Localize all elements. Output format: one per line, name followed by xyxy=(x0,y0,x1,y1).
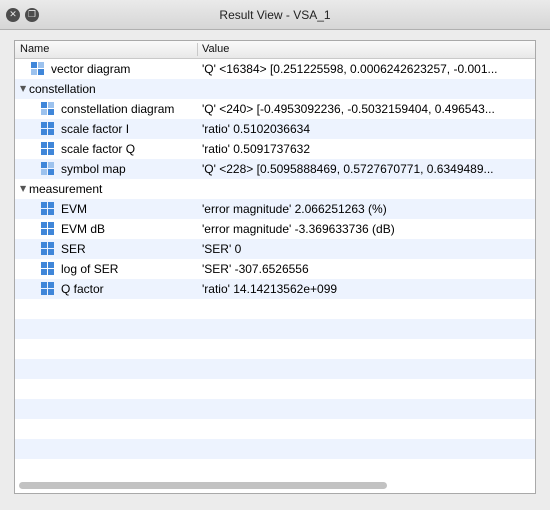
table-row[interactable]: scale factor Q 'ratio' 0.5091737632 xyxy=(15,139,535,159)
empty-row xyxy=(15,459,535,479)
row-value: 'SER' 0 xyxy=(202,242,242,256)
row-value: 'error magnitude' -3.369633736 (dB) xyxy=(202,222,395,236)
row-value: 'Q' <228> [0.5095888469, 0.5727670771, 0… xyxy=(202,162,494,176)
row-name: log of SER xyxy=(61,262,119,276)
row-name: EVM xyxy=(61,202,88,216)
empty-row xyxy=(15,319,535,339)
table-row[interactable]: SER 'SER' 0 xyxy=(15,239,535,259)
row-value: 'SER' -307.6526556 xyxy=(202,262,309,276)
title-bar: ✕ ❐ Result View - VSA_1 xyxy=(0,0,550,30)
matrix-icon xyxy=(31,62,44,75)
table-row[interactable]: EVM dB 'error magnitude' -3.369633736 (dB… xyxy=(15,219,535,239)
table-row[interactable]: vector diagram 'Q' <16384> [0.251225598, … xyxy=(15,59,535,79)
row-name: SER xyxy=(61,242,86,256)
row-name: constellation diagram xyxy=(61,102,175,116)
table-row[interactable]: constellation diagram 'Q' <240> [-0.49530… xyxy=(15,99,535,119)
scalar-icon xyxy=(41,142,54,155)
table-row[interactable]: log of SER 'SER' -307.6526556 xyxy=(15,259,535,279)
column-divider[interactable] xyxy=(197,43,198,56)
scalar-icon xyxy=(41,282,54,295)
row-name: scale factor Q xyxy=(61,142,136,156)
row-value: 'Q' <240> [-0.4953092236, -0.5032159404,… xyxy=(202,102,495,116)
group-label: constellation xyxy=(29,82,96,96)
tree-group-row[interactable]: ▼ constellation xyxy=(15,79,535,99)
scalar-icon xyxy=(41,122,54,135)
row-name: Q factor xyxy=(61,282,104,296)
row-value: 'ratio' 0.5102036634 xyxy=(202,122,311,136)
horizontal-scrollbar[interactable] xyxy=(19,482,387,489)
empty-row xyxy=(15,399,535,419)
scalar-icon xyxy=(41,222,54,235)
value-column-header[interactable]: Value xyxy=(202,41,229,58)
table-header: Name Value xyxy=(15,41,535,59)
empty-row xyxy=(15,299,535,319)
row-name: EVM dB xyxy=(61,222,106,236)
row-value: 'Q' <16384> [0.251225598, 0.000624262325… xyxy=(202,62,498,76)
table-row[interactable]: scale factor I 'ratio' 0.5102036634 xyxy=(15,119,535,139)
row-value: 'ratio' 14.14213562e+099 xyxy=(202,282,338,296)
empty-row xyxy=(15,419,535,439)
empty-row xyxy=(15,359,535,379)
group-label: measurement xyxy=(29,182,103,196)
disclosure-triangle-icon[interactable]: ▼ xyxy=(20,179,26,199)
table-rows: vector diagram 'Q' <16384> [0.251225598, … xyxy=(15,59,535,479)
matrix-icon xyxy=(41,162,54,175)
row-name: symbol map xyxy=(61,162,126,176)
empty-row xyxy=(15,439,535,459)
table-row[interactable]: Q factor 'ratio' 14.14213562e+099 xyxy=(15,279,535,299)
row-value: 'ratio' 0.5091737632 xyxy=(202,142,311,156)
scalar-icon xyxy=(41,242,54,255)
scalar-icon xyxy=(41,202,54,215)
row-value: 'error magnitude' 2.066251263 (%) xyxy=(202,202,387,216)
scalar-icon xyxy=(41,262,54,275)
empty-row xyxy=(15,379,535,399)
window-title: Result View - VSA_1 xyxy=(219,8,331,22)
table-row[interactable]: EVM 'error magnitude' 2.066251263 (%) xyxy=(15,199,535,219)
name-column-header[interactable]: Name xyxy=(20,41,49,58)
disclosure-triangle-icon[interactable]: ▼ xyxy=(20,79,26,99)
matrix-icon xyxy=(41,102,54,115)
result-tree-table: Name Value vector diagram 'Q' <16384> [0.… xyxy=(14,40,536,494)
tree-group-row[interactable]: ▼ measurement xyxy=(15,179,535,199)
table-row[interactable]: symbol map 'Q' <228> [0.5095888469, 0.572… xyxy=(15,159,535,179)
row-name: scale factor I xyxy=(61,122,130,136)
empty-row xyxy=(15,339,535,359)
row-name: vector diagram xyxy=(51,62,131,76)
